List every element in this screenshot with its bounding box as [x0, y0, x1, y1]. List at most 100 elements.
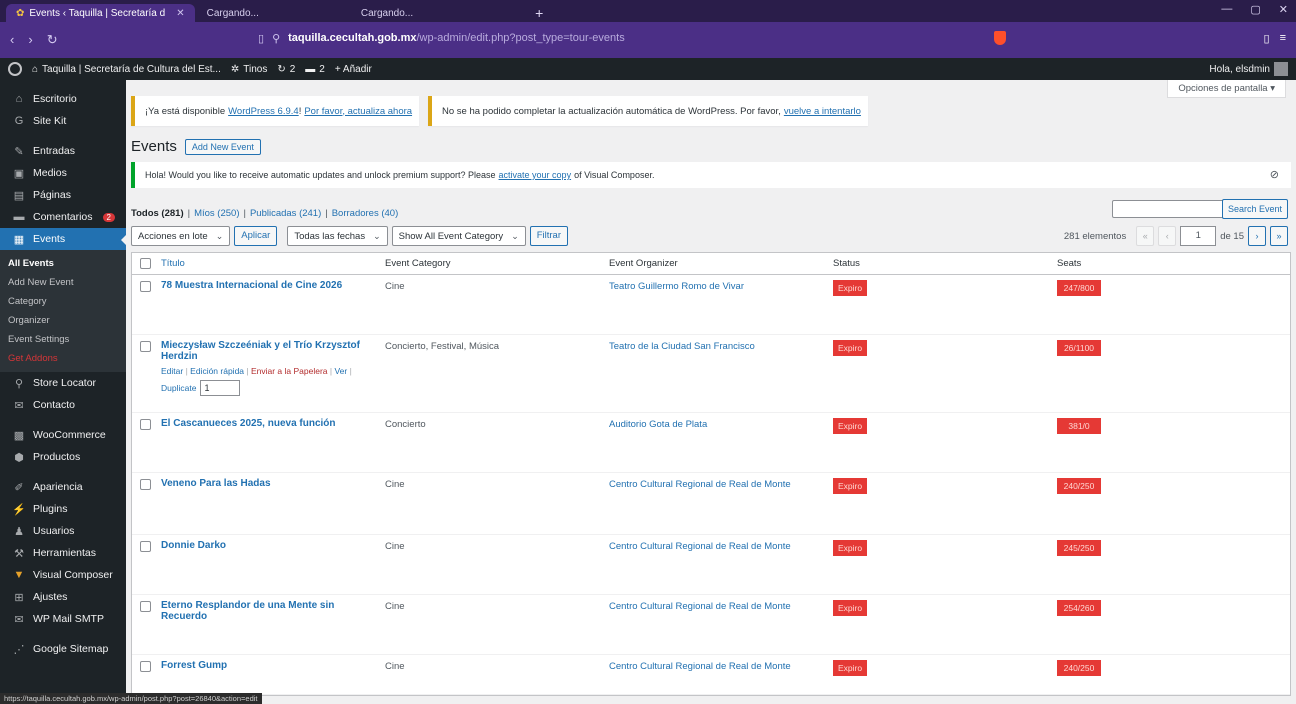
column-title[interactable]: Título — [158, 258, 382, 269]
sidebar-item-ajustes[interactable]: ⊞ Ajustes — [0, 586, 126, 608]
event-title-link[interactable]: 78 Muestra Internacional de Cine 2026 — [161, 280, 342, 291]
minimize-icon[interactable]: — — [1221, 3, 1232, 16]
row-checkbox[interactable] — [140, 419, 151, 430]
view-drafts[interactable]: Borradores (40) — [332, 208, 399, 219]
event-title-link[interactable]: Donnie Darko — [161, 540, 226, 551]
select-all-checkbox[interactable] — [140, 258, 151, 269]
back-icon[interactable]: ‹ — [10, 32, 14, 48]
submenu-organizer[interactable]: Organizer — [0, 311, 126, 330]
activate-copy-link[interactable]: activate your copy — [499, 170, 572, 180]
event-organizer[interactable]: Centro Cultural Regional de Real de Mont… — [606, 535, 830, 594]
sidebar-toggle-icon[interactable]: ▯ — [1264, 32, 1270, 45]
adminbar-customize[interactable]: ✲ Tinos — [231, 64, 267, 75]
brave-shield-icon[interactable] — [994, 31, 1006, 45]
screen-options-button[interactable]: Opciones de pantalla ▾ — [1167, 80, 1286, 98]
sidebar-item-sitekit[interactable]: G Site Kit — [0, 110, 126, 132]
event-title-link[interactable]: Mieczysław Szczeéniak y el Trío Krzyszto… — [161, 340, 360, 362]
event-title-link[interactable]: Veneno Para las Hadas — [161, 478, 271, 489]
adminbar-comments[interactable]: ▬ 2 — [305, 64, 325, 75]
submenu-add-new-event[interactable]: Add New Event — [0, 273, 126, 292]
wordpress-version-link[interactable]: WordPress 6.9.4 — [228, 106, 299, 117]
add-new-event-button[interactable]: Add New Event — [184, 138, 261, 155]
event-organizer[interactable]: Teatro de la Ciudad San Francisco — [606, 335, 830, 412]
row-checkbox[interactable] — [140, 341, 151, 352]
last-page-icon[interactable]: » — [1270, 226, 1288, 246]
event-organizer[interactable]: Centro Cultural Regional de Real de Mont… — [606, 473, 830, 534]
sidebar-item-wp-mail-smtp[interactable]: ✉ WP Mail SMTP — [0, 608, 126, 630]
filter-button[interactable]: Filtrar — [529, 226, 569, 246]
submenu-category[interactable]: Category — [0, 292, 126, 311]
update-now-link[interactable]: Por favor, actualiza ahora — [304, 106, 412, 117]
submenu-get-addons[interactable]: Get Addons — [0, 349, 126, 368]
adminbar-updates[interactable]: ↻ 2 — [277, 64, 295, 75]
category-filter-select[interactable]: Show All Event Category ⌄ — [391, 226, 526, 246]
duplicate-link[interactable]: Duplicate — [161, 383, 196, 393]
new-tab-button[interactable]: + — [525, 4, 553, 22]
retry-link[interactable]: vuelve a intentarlo — [784, 106, 861, 117]
sidebar-item-escritorio[interactable]: ⌂ Escritorio — [0, 88, 126, 110]
trash-link[interactable]: Enviar a la Papelera — [251, 366, 328, 376]
sidebar-item-entradas[interactable]: ✎ Entradas — [0, 140, 126, 162]
sidebar-item-woocommerce[interactable]: ▩ WooCommerce — [0, 424, 126, 446]
view-mine[interactable]: Míos (250) — [194, 208, 239, 219]
next-page-icon[interactable]: › — [1248, 226, 1266, 246]
event-organizer[interactable]: Centro Cultural Regional de Real de Mont… — [606, 655, 830, 694]
browser-tab[interactable]: Cargando... — [197, 4, 269, 22]
sidebar-item-productos[interactable]: ⬢ Productos — [0, 446, 126, 468]
browser-tab[interactable]: Cargando... — [351, 4, 423, 22]
sidebar-item-plugins[interactable]: ⚡ Plugins — [0, 498, 126, 520]
edit-link[interactable]: Editar — [161, 366, 183, 376]
menu-icon[interactable]: ≡ — [1280, 32, 1286, 45]
duplicate-count-input[interactable]: 1 — [200, 380, 241, 396]
event-organizer[interactable]: Teatro Guillermo Romo de Vivar — [606, 275, 830, 334]
forward-icon[interactable]: › — [28, 32, 32, 48]
search-input[interactable] — [1112, 200, 1232, 218]
sidebar-item-google-sitemap[interactable]: ⋰ Google Sitemap — [0, 638, 126, 660]
sidebar-item-comentarios[interactable]: ▬ Comentarios 2 — [0, 206, 126, 228]
sidebar-item-store-locator[interactable]: ⚲ Store Locator — [0, 372, 126, 394]
apply-button[interactable]: Aplicar — [234, 226, 278, 246]
sidebar-item-usuarios[interactable]: ♟ Usuarios — [0, 520, 126, 542]
view-all[interactable]: Todos (281) — [131, 208, 184, 219]
sidebar-item-contacto[interactable]: ✉ Contacto — [0, 394, 126, 416]
search-event-button[interactable]: Search Event — [1221, 199, 1288, 219]
date-filter-select[interactable]: Todas las fechas ⌄ — [287, 226, 388, 246]
event-title-link[interactable]: Eterno Resplandor de una Mente sin Recue… — [161, 600, 334, 622]
sidebar-item-visual-composer[interactable]: ▼ Visual Composer — [0, 564, 126, 586]
address-bar[interactable]: ▯ ⚲ taquilla.cecultah.gob.mx/wp-admin/ed… — [258, 28, 1018, 48]
current-page-input[interactable]: 1 — [1180, 226, 1217, 246]
bookmark-icon[interactable]: ▯ — [258, 32, 264, 45]
event-title-link[interactable]: Forrest Gump — [161, 660, 227, 671]
adminbar-site[interactable]: ⌂ Taquilla | Secretaría de Cultura del E… — [32, 64, 221, 75]
maximize-icon[interactable]: ▢ — [1250, 3, 1260, 16]
view-link[interactable]: Ver — [334, 366, 347, 376]
browser-menu-controls: ▯ ≡ — [1264, 32, 1286, 45]
close-window-icon[interactable]: ✕ — [1279, 3, 1288, 16]
submenu-all-events[interactable]: All Events — [0, 254, 126, 273]
site-info-icon[interactable]: ⚲ — [272, 32, 280, 45]
event-organizer[interactable]: Auditorio Gota de Plata — [606, 413, 830, 472]
sidebar-item-paginas[interactable]: ▤ Páginas — [0, 184, 126, 206]
adminbar-account[interactable]: Hola, elsdmin — [1209, 62, 1288, 76]
sidebar-item-herramientas[interactable]: ⚒ Herramientas — [0, 542, 126, 564]
browser-tab-active[interactable]: ✿ Events ‹ Taquilla | Secretaría d ✕ — [6, 4, 195, 22]
adminbar-add-new[interactable]: + Añadir — [335, 64, 372, 75]
event-organizer[interactable]: Centro Cultural Regional de Real de Mont… — [606, 595, 830, 654]
sidebar-item-apariencia[interactable]: ✐ Apariencia — [0, 476, 126, 498]
view-published[interactable]: Publicadas (241) — [250, 208, 321, 219]
bulk-actions-select[interactable]: Acciones en lote ⌄ — [131, 226, 231, 246]
row-checkbox[interactable] — [140, 479, 151, 490]
row-checkbox[interactable] — [140, 541, 151, 552]
sidebar-item-medios[interactable]: ▣ Medios — [0, 162, 126, 184]
submenu-event-settings[interactable]: Event Settings — [0, 330, 126, 349]
dismiss-icon[interactable]: ⊘ — [1270, 168, 1279, 181]
row-checkbox[interactable] — [140, 661, 151, 672]
wordpress-logo-icon[interactable] — [8, 62, 22, 76]
row-checkbox[interactable] — [140, 281, 151, 292]
event-title-link[interactable]: El Cascanueces 2025, nueva función — [161, 418, 336, 429]
close-tab-icon[interactable]: ✕ — [176, 8, 184, 19]
reload-icon[interactable]: ↻ — [47, 32, 58, 48]
quick-edit-link[interactable]: Edición rápida — [190, 366, 244, 376]
sidebar-item-events[interactable]: ▦ Events — [0, 228, 127, 250]
row-checkbox[interactable] — [140, 601, 151, 612]
